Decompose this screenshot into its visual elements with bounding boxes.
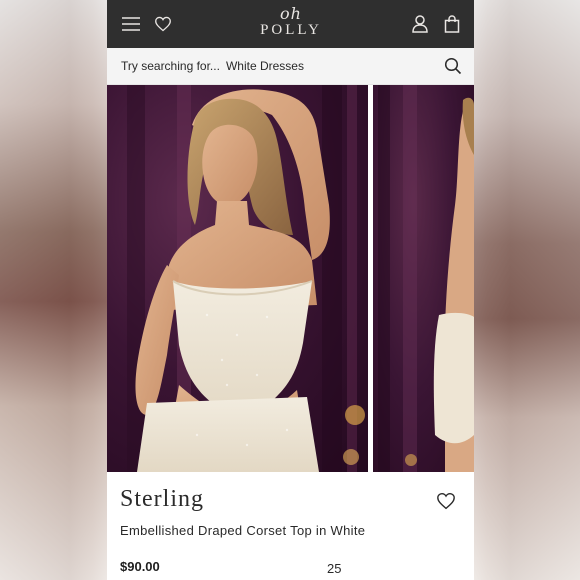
logo-script: oh [280, 4, 302, 23]
menu-button[interactable] [119, 12, 143, 36]
product-image-carousel[interactable] [107, 85, 474, 472]
top-navigation-bar: oh POLLY [107, 0, 474, 48]
background-blur-left [0, 0, 107, 580]
product-title[interactable]: Embellished Draped Corset Top in White [120, 523, 365, 538]
product-photo-next[interactable] [373, 85, 474, 472]
bag-button[interactable] [440, 12, 464, 36]
heart-outline-icon[interactable] [436, 492, 456, 510]
logo-wordmark: POLLY [260, 22, 322, 38]
product-count: 25 [327, 561, 342, 576]
search-icon[interactable] [444, 57, 462, 75]
product-photo-main[interactable] [107, 85, 368, 472]
heart-icon [155, 16, 171, 32]
product-price: $90.00 [120, 559, 160, 574]
search-suggestion[interactable]: White Dresses [226, 59, 304, 73]
search-bar[interactable]: Try searching for... White Dresses [107, 48, 474, 85]
brand-logo[interactable]: oh POLLY [250, 5, 332, 43]
search-prompt: Try searching for... [121, 59, 220, 73]
app-screen: oh POLLY Try searching for... White Dres… [107, 0, 474, 580]
account-button[interactable] [408, 12, 432, 36]
menu-icon [122, 17, 140, 31]
wishlist-button[interactable] [151, 12, 175, 36]
bag-icon [444, 15, 460, 33]
model-photo-illustration [127, 85, 365, 472]
background-blur-right [474, 0, 580, 580]
model-photo-secondary [378, 85, 474, 472]
product-info: Sterling Embellished Draped Corset Top i… [107, 472, 474, 580]
product-collection-name: Sterling [120, 486, 204, 512]
account-icon [412, 15, 428, 33]
